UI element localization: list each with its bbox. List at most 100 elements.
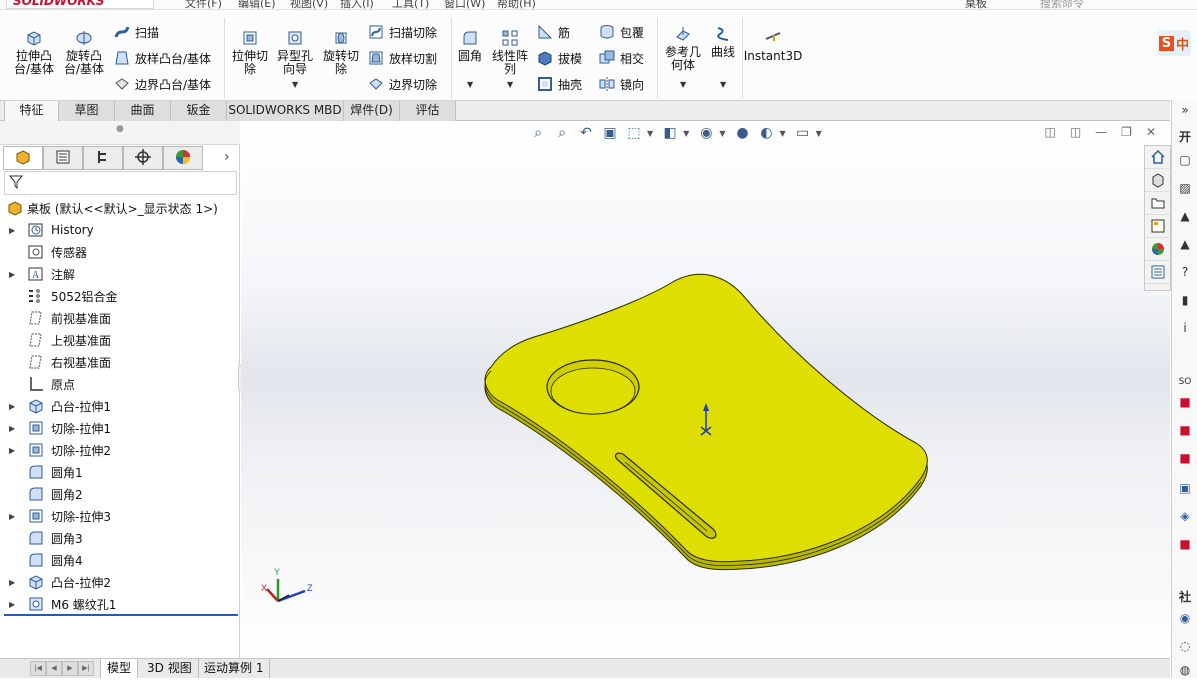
menu-insert[interactable]: 插入(I)	[340, 0, 374, 9]
lofted-cut-button[interactable]: 放样切割	[366, 48, 437, 68]
hole-wizard-dropdown-icon[interactable]: ▼	[292, 80, 298, 89]
expand-arrow-icon[interactable]: ▶	[9, 226, 15, 235]
tree-item[interactable]: ▶ M6 螺纹孔1	[0, 593, 240, 615]
tree-item[interactable]: 右视基准面	[0, 351, 240, 373]
new-document-icon[interactable]: ▢	[1174, 150, 1196, 170]
curves-dropdown-icon[interactable]: ▼	[720, 80, 726, 89]
configuration-manager-tab[interactable]	[83, 146, 123, 170]
instant3d-button[interactable]: Instant3D	[744, 28, 802, 63]
tree-item[interactable]: ▶ A 注解	[0, 263, 240, 285]
dimxpert-manager-tab[interactable]	[123, 146, 163, 170]
revolve-boss-button[interactable]: 旋转凸 台/基体	[62, 28, 106, 76]
resource-icon[interactable]: ■	[1174, 534, 1196, 554]
collapse-task-pane-icon[interactable]: »	[1174, 100, 1196, 120]
boundary-cut-button[interactable]: 边界切除	[366, 74, 437, 94]
tree-item[interactable]: ▶ 切除-拉伸3	[0, 505, 240, 527]
boundary-boss-button[interactable]: 边界凸台/基体	[112, 74, 211, 94]
filter-icon[interactable]	[8, 174, 24, 193]
tree-root[interactable]: 桌板 (默认<<默认>_显示状态 1>)	[0, 197, 240, 219]
sweep-boss-button[interactable]: 扫描	[112, 22, 159, 42]
expand-arrow-icon[interactable]: ▶	[9, 578, 15, 587]
tree-item[interactable]: 上视基准面	[0, 329, 240, 351]
rollback-bar[interactable]	[4, 614, 238, 616]
display-manager-tab[interactable]	[163, 146, 203, 170]
loft-boss-button[interactable]: 放样凸台/基体	[112, 48, 211, 68]
tab-3d-views[interactable]: 3D 视图	[141, 659, 199, 678]
community-icon[interactable]: ◌	[1174, 636, 1196, 656]
mirror-button[interactable]: 镜向	[597, 74, 644, 94]
solidworks-resource-icon[interactable]: ■	[1174, 392, 1196, 412]
view-triad[interactable]: Y Z X	[261, 567, 313, 603]
rib-button[interactable]: 筋	[535, 22, 570, 42]
input-method-badge[interactable]: S中	[1157, 30, 1191, 56]
link-icon[interactable]: ▣	[1174, 478, 1196, 498]
search-commands-input[interactable]: 搜索命令	[1040, 0, 1084, 9]
last-tab-icon[interactable]: ▶|	[78, 661, 94, 676]
prev-tab-icon[interactable]: ◀	[46, 661, 62, 676]
wrap-button[interactable]: 包覆	[597, 22, 644, 42]
tutorial-icon[interactable]: ▲	[1174, 234, 1196, 254]
custom-properties-icon[interactable]	[1145, 261, 1170, 284]
tree-item[interactable]: 圆角1	[0, 461, 240, 483]
panel-grip-icon[interactable]: ●	[116, 124, 124, 134]
tree-item[interactable]: ▶ 切除-拉伸1	[0, 417, 240, 439]
fillet-dropdown-icon[interactable]: ▼	[467, 80, 473, 89]
tab-sheet-metal[interactable]: 钣金	[171, 101, 227, 121]
solidworks-resource-icon[interactable]: ■	[1174, 420, 1196, 440]
tab-mbd[interactable]: SOLIDWORKS MBD	[227, 101, 344, 121]
intersect-button[interactable]: 相交	[597, 48, 644, 68]
home-icon[interactable]	[1145, 146, 1170, 169]
tree-item[interactable]: ▶ 凸台-拉伸2	[0, 571, 240, 593]
extrude-boss-button[interactable]: 拉伸凸 台/基体	[12, 28, 56, 76]
expand-arrow-icon[interactable]: ▶	[9, 424, 15, 433]
menu-file[interactable]: 文件(F)	[185, 0, 222, 9]
community-icon[interactable]: ◍	[1174, 660, 1196, 680]
shell-button[interactable]: 抽壳	[535, 74, 582, 94]
tab-model[interactable]: 模型	[100, 659, 139, 678]
menu-tools[interactable]: 工具(T)	[392, 0, 429, 9]
tree-item[interactable]: ▶ 切除-拉伸2	[0, 439, 240, 461]
pattern-dropdown-icon[interactable]: ▼	[507, 80, 513, 89]
open-document-icon[interactable]: ▨	[1174, 178, 1196, 198]
menu-help[interactable]: 帮助(H)	[497, 0, 536, 9]
tree-item[interactable]: ▶ History	[0, 219, 240, 241]
tree-item[interactable]: 传感器	[0, 241, 240, 263]
expand-arrow-icon[interactable]: ▶	[9, 512, 15, 521]
tree-item[interactable]: 圆角2	[0, 483, 240, 505]
revolve-cut-button[interactable]: 旋转切 除	[320, 28, 362, 76]
menu-edit[interactable]: 编辑(E)	[238, 0, 276, 9]
panel-more-arrow-icon[interactable]: ›	[224, 149, 230, 165]
menu-window[interactable]: 窗口(W)	[444, 0, 485, 9]
tab-sketch[interactable]: 草图	[59, 101, 115, 121]
curves-button[interactable]: 曲线	[708, 24, 738, 59]
expand-arrow-icon[interactable]: ▶	[9, 446, 15, 455]
expand-arrow-icon[interactable]: ▶	[9, 402, 15, 411]
tab-surfaces[interactable]: 曲面	[115, 101, 171, 121]
tab-features[interactable]: 特征	[4, 101, 59, 121]
next-tab-icon[interactable]: ▶	[62, 661, 78, 676]
tree-item[interactable]: ▶ 凸台-拉伸1	[0, 395, 240, 417]
red-book-icon[interactable]: ▮	[1174, 290, 1196, 310]
reference-geometry-button[interactable]: 参考几 何体	[662, 24, 704, 72]
swept-cut-button[interactable]: 扫描切除	[366, 22, 437, 42]
reference-geometry-dropdown-icon[interactable]: ▼	[680, 80, 686, 89]
menu-view[interactable]: 视图(V)	[290, 0, 328, 9]
tab-weldments[interactable]: 焊件(D)	[344, 101, 400, 121]
tree-item[interactable]: 前视基准面	[0, 307, 240, 329]
link-icon[interactable]: ◈	[1174, 506, 1196, 526]
property-manager-tab[interactable]	[43, 146, 83, 170]
fillet-button[interactable]: 圆角	[455, 28, 485, 63]
solidworks-resource-icon[interactable]: ■	[1174, 448, 1196, 468]
filter-bar[interactable]	[4, 171, 237, 195]
part-model[interactable]: Y Z X	[241, 121, 1170, 658]
community-icon[interactable]: ◉	[1174, 608, 1196, 628]
tree-item[interactable]: 圆角4	[0, 549, 240, 571]
first-tab-icon[interactable]: |◀	[30, 661, 46, 676]
graduation-cap-icon[interactable]: ▲	[1174, 206, 1196, 226]
tree-item[interactable]: 原点	[0, 373, 240, 395]
expand-arrow-icon[interactable]: ▶	[9, 270, 15, 279]
3d-model-icon[interactable]	[1145, 169, 1170, 192]
tree-item[interactable]: 5052铝合金	[0, 285, 240, 307]
folder-icon[interactable]	[1145, 192, 1170, 215]
view-palette-icon[interactable]	[1145, 215, 1170, 238]
